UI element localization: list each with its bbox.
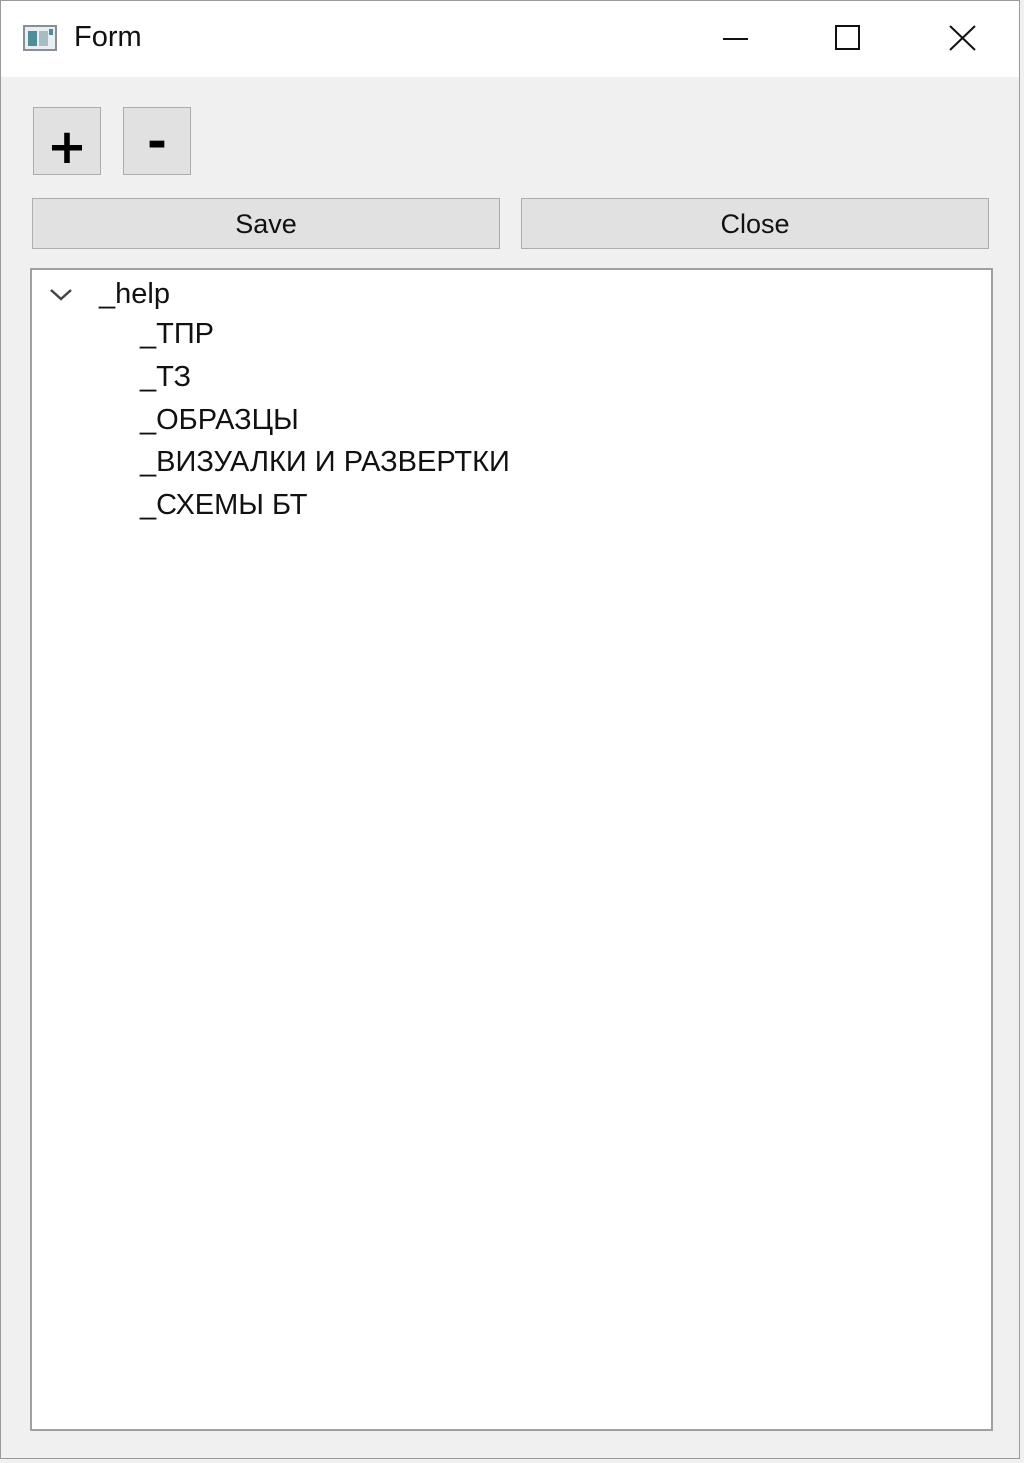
tree-item[interactable]: _СХЕМЫ БТ [140, 489, 307, 529]
minimize-button[interactable] [678, 1, 792, 77]
remove-item-button[interactable]: - [123, 107, 191, 175]
remove-item-label: - [147, 114, 167, 170]
close-button[interactable]: Close [521, 198, 989, 249]
tree-item[interactable]: _ОБРАЗЦЫ [140, 404, 299, 444]
chevron-down-icon[interactable] [46, 284, 76, 308]
add-item-label: + [46, 119, 88, 175]
tree-item-label: _help [99, 278, 170, 310]
window-title: Form [74, 21, 142, 53]
close-icon [949, 25, 976, 51]
tree-view[interactable]: _help _ТПР _ТЗ _ОБРАЗЦЫ _ВИЗУАЛКИ И РАЗВ… [30, 268, 993, 1431]
tree-item[interactable]: _ВИЗУАЛКИ И РАЗВЕРТКИ [140, 446, 510, 486]
maximize-icon [835, 25, 860, 50]
add-item-button[interactable]: + [33, 107, 101, 175]
close-window-button[interactable] [906, 1, 1020, 77]
title-bar[interactable]: Form [1, 1, 1019, 77]
form-window: Form + - Save Close _help _ТПР _ТЗ _ОБРА… [0, 0, 1020, 1459]
tree-item[interactable]: _ТПР [140, 318, 214, 358]
app-window-icon [23, 25, 57, 51]
save-button[interactable]: Save [32, 198, 500, 249]
maximize-button[interactable] [792, 1, 906, 77]
tree-item[interactable]: _ТЗ [140, 361, 191, 401]
minimize-icon [723, 38, 748, 40]
